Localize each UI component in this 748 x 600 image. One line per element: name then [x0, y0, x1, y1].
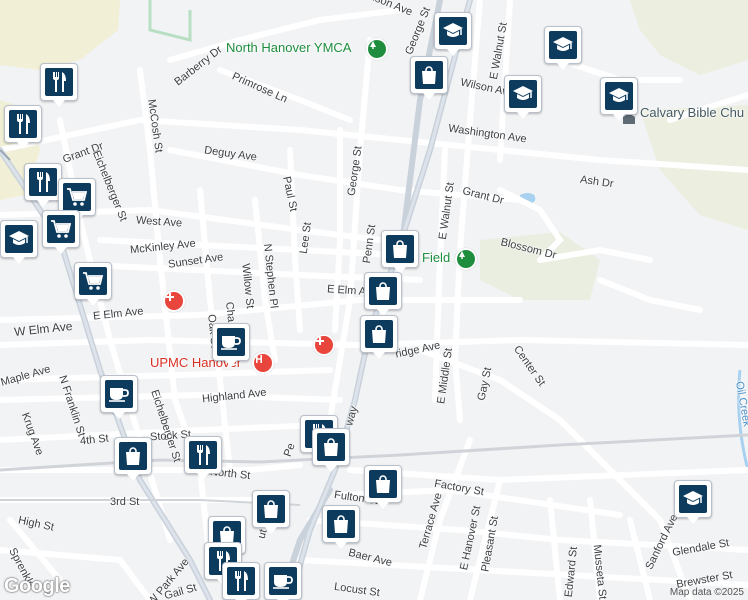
- marker-coffee-cup[interactable]: [264, 562, 302, 600]
- place-label-ymca[interactable]: North Hanover YMCA: [226, 40, 351, 55]
- school-icon: [679, 485, 707, 513]
- marker-school[interactable]: [544, 26, 582, 70]
- marker-grocery-cart[interactable]: [74, 262, 112, 306]
- park-icon[interactable]: [366, 38, 388, 60]
- marker-shopping-bag[interactable]: [322, 505, 360, 549]
- school-icon: [509, 80, 537, 108]
- coffee-cup-icon: [269, 567, 297, 595]
- shopping-bag-icon: [415, 61, 443, 89]
- grocery-cart-icon: [79, 267, 107, 295]
- coffee-cup-icon: [105, 380, 133, 408]
- marker-school[interactable]: [434, 12, 472, 56]
- shopping-bag-icon: [257, 495, 285, 523]
- shopping-bag-icon: [386, 235, 414, 263]
- restaurant-icon: [45, 68, 73, 96]
- street-label: Cha: [223, 301, 238, 323]
- marker-shopping-bag[interactable]: [364, 465, 402, 509]
- google-logo: Google: [4, 575, 70, 597]
- marker-school[interactable]: [504, 75, 542, 119]
- shopping-bag-icon: [327, 510, 355, 538]
- marker-shopping-bag[interactable]: [410, 56, 448, 100]
- marker-grocery-cart[interactable]: [42, 210, 80, 254]
- map-canvas[interactable]: nison Ave Wilson Ave E Walnut St George …: [0, 0, 748, 600]
- restaurant-icon: [9, 110, 37, 138]
- school-icon: [605, 82, 633, 110]
- shopping-bag-icon: [365, 320, 393, 348]
- marker-shopping-bag[interactable]: [114, 437, 152, 481]
- marker-shopping-bag[interactable]: [360, 315, 398, 359]
- marker-school[interactable]: [0, 220, 38, 264]
- shopping-bag-icon: [119, 442, 147, 470]
- hospital-icon[interactable]: [313, 334, 335, 356]
- hospital-icon[interactable]: [163, 290, 185, 312]
- marker-school[interactable]: [674, 480, 712, 524]
- restaurant-icon: [227, 567, 255, 595]
- marker-shopping-bag[interactable]: [312, 428, 350, 472]
- restaurant-icon: [29, 168, 57, 196]
- school-icon: [439, 17, 467, 45]
- marker-restaurant[interactable]: [4, 105, 42, 149]
- marker-shopping-bag[interactable]: [381, 230, 419, 274]
- shopping-bag-icon: [317, 433, 345, 461]
- place-label-field[interactable]: Field: [422, 250, 450, 265]
- shopping-bag-icon: [369, 277, 397, 305]
- marker-coffee-cup[interactable]: [212, 323, 250, 367]
- park-icon[interactable]: [455, 248, 477, 270]
- place-label-church[interactable]: Calvary Bible Chu: [640, 105, 744, 120]
- street-label: 3rd St: [110, 496, 140, 508]
- shopping-bag-icon: [369, 470, 397, 498]
- coffee-cup-icon: [217, 328, 245, 356]
- marker-shopping-bag[interactable]: [252, 490, 290, 534]
- hospital-icon[interactable]: [252, 352, 274, 374]
- school-icon: [549, 31, 577, 59]
- grocery-cart-icon: [63, 183, 91, 211]
- restaurant-icon: [189, 441, 217, 469]
- marker-school[interactable]: [600, 77, 638, 121]
- marker-shopping-bag[interactable]: [364, 272, 402, 316]
- marker-coffee-cup[interactable]: [100, 375, 138, 419]
- school-icon: [5, 225, 33, 253]
- marker-restaurant[interactable]: [40, 63, 78, 107]
- marker-restaurant[interactable]: [184, 436, 222, 480]
- grocery-cart-icon: [47, 215, 75, 243]
- map-attribution: Map data ©2025: [669, 587, 744, 598]
- marker-restaurant[interactable]: [24, 163, 62, 207]
- marker-restaurant[interactable]: [222, 562, 260, 600]
